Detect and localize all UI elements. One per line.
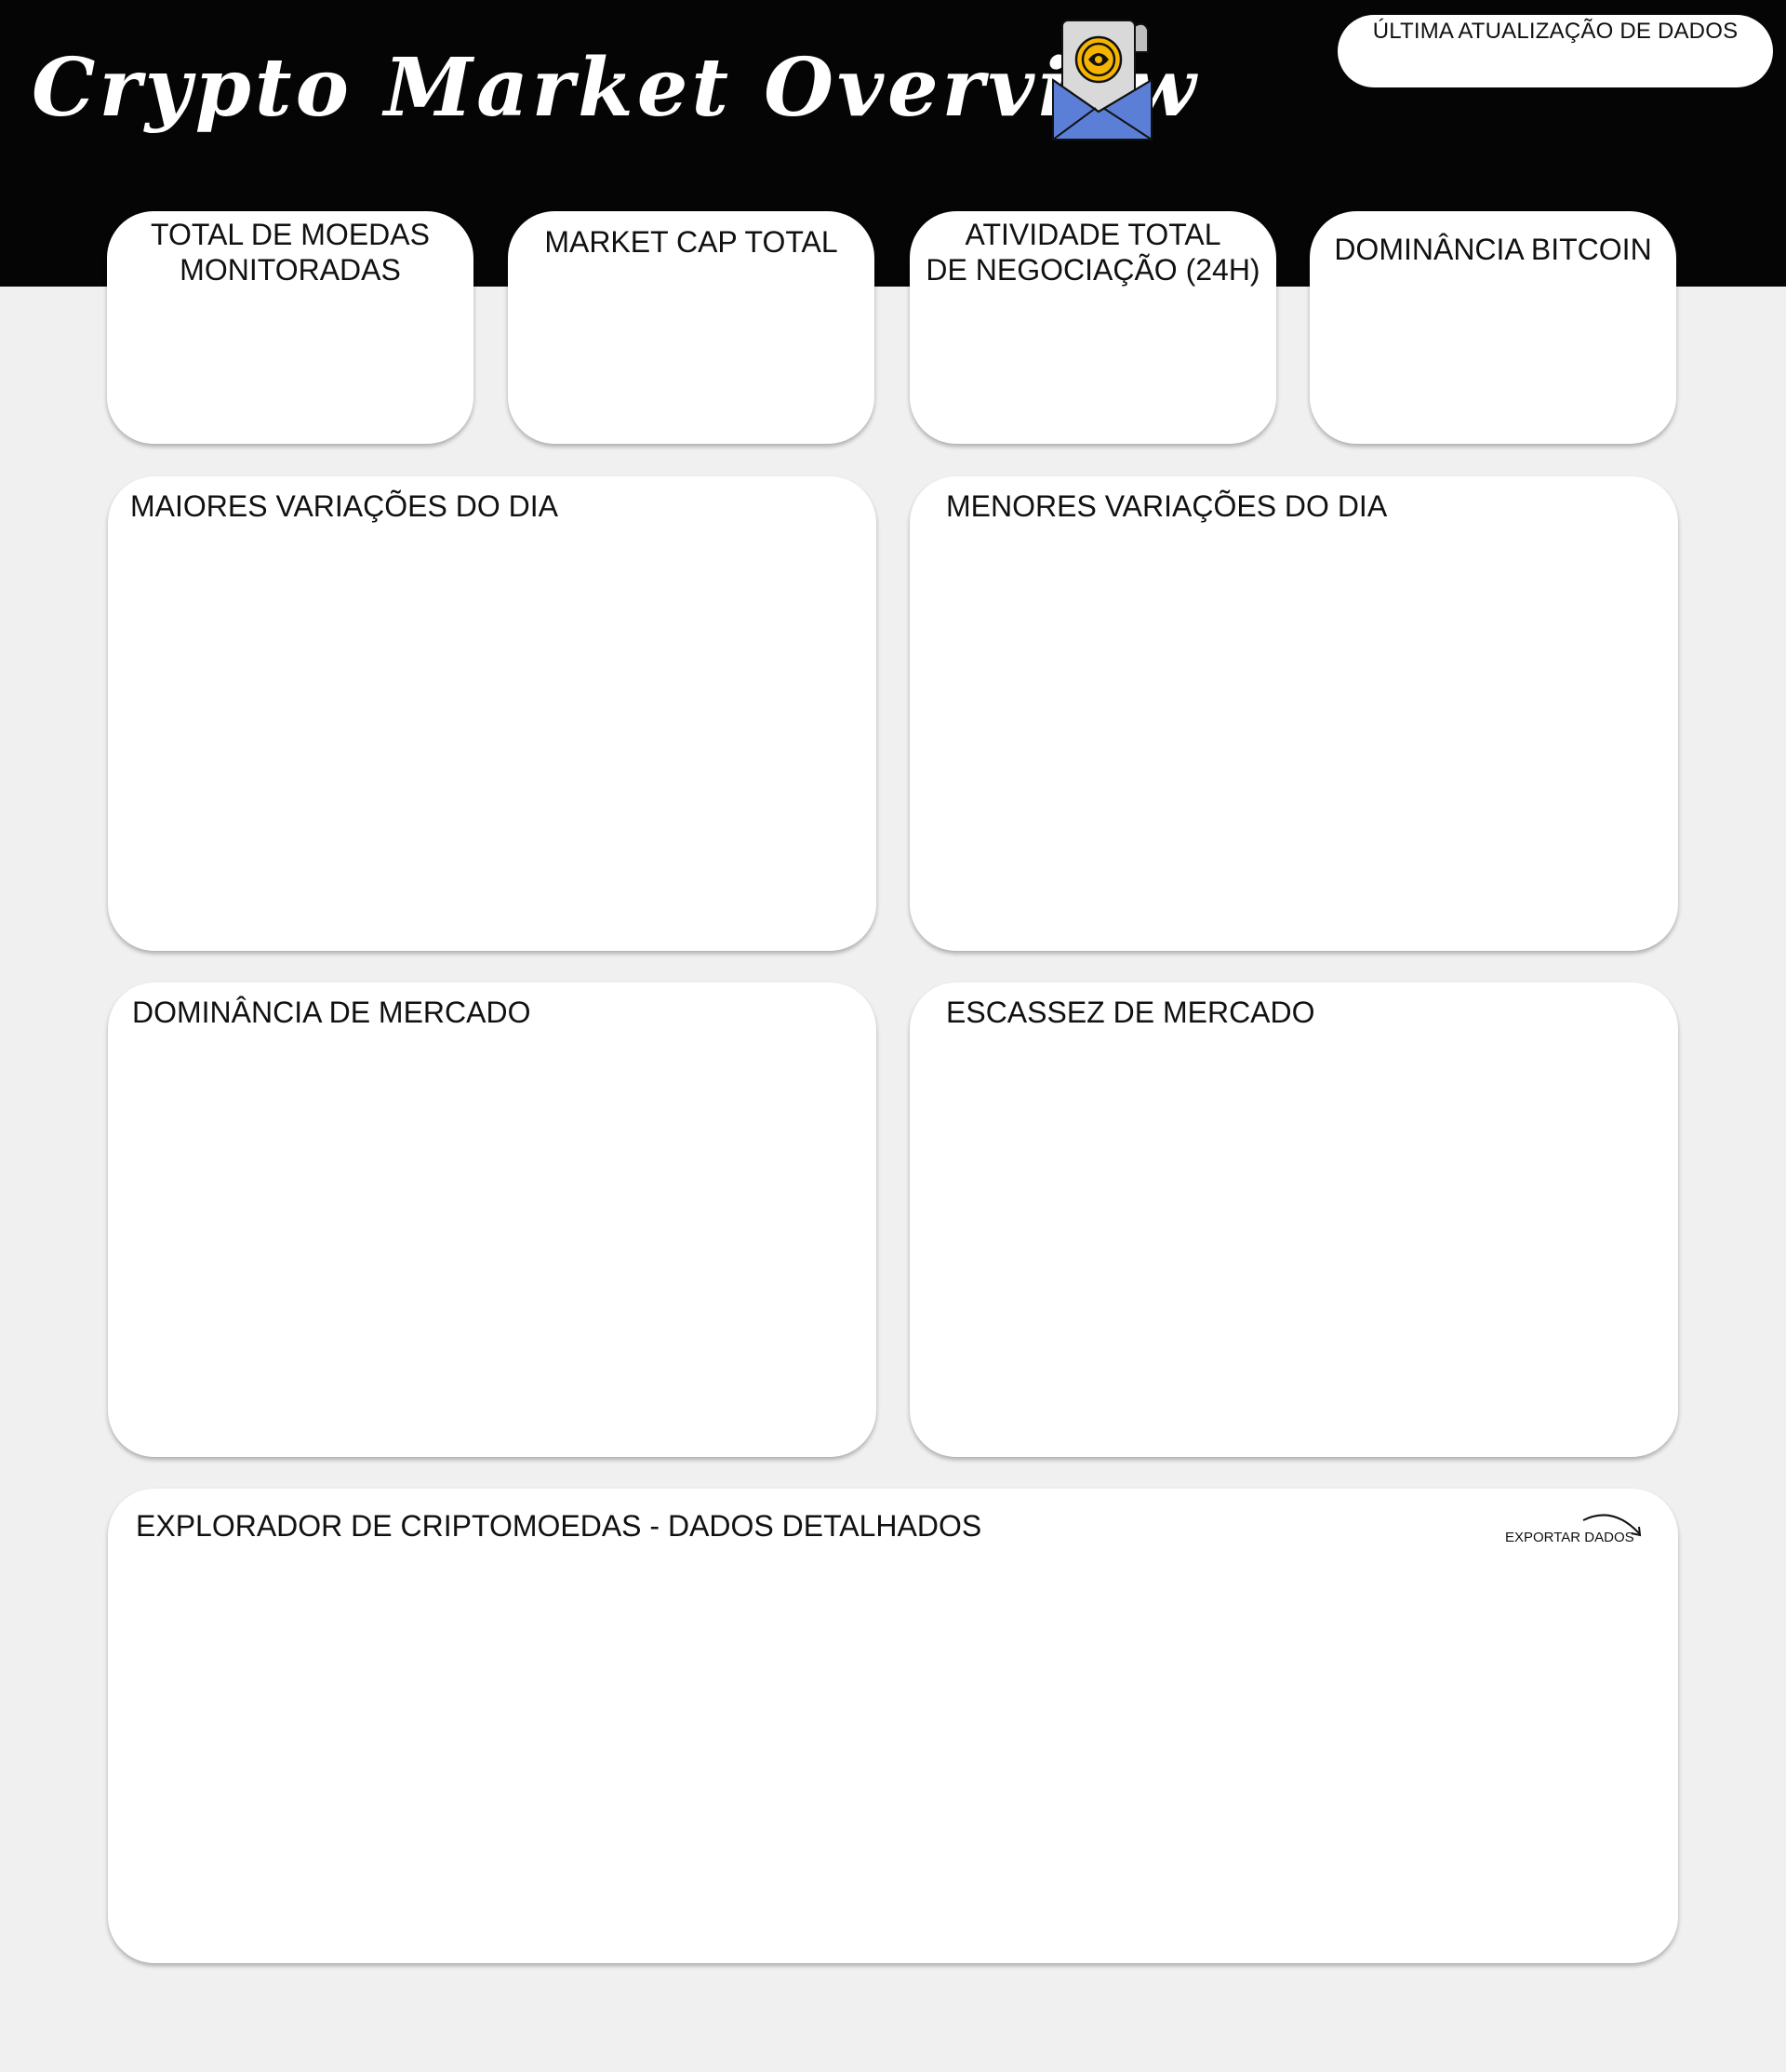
top-gainers-panel: MAIORES VARIAÇÕES DO DIA (108, 476, 876, 951)
kpi-trading-volume-card: ATIVIDADE TOTAL DE NEGOCIAÇÃO (24H) (910, 211, 1276, 444)
kpi-market-cap-label: MARKET CAP TOTAL (544, 225, 838, 259)
last-update-pill: ÚLTIMA ATUALIZAÇÃO DE DADOS (1338, 15, 1773, 87)
kpi-bitcoin-dominance-label: DOMINÂNCIA BITCOIN (1334, 233, 1652, 266)
market-dominance-panel: DOMINÂNCIA DE MERCADO (108, 983, 876, 1457)
market-dominance-title: DOMINÂNCIA DE MERCADO (132, 996, 531, 1029)
kpi-trading-volume-label: ATIVIDADE TOTAL DE NEGOCIAÇÃO (24H) (926, 218, 1260, 287)
top-gainers-title: MAIORES VARIAÇÕES DO DIA (130, 489, 558, 523)
kpi-market-cap-card: MARKET CAP TOTAL (508, 211, 874, 444)
crypto-coin-envelope-icon (1052, 20, 1153, 140)
last-update-label: ÚLTIMA ATUALIZAÇÃO DE DADOS (1372, 19, 1739, 44)
kpi-bitcoin-dominance-card: DOMINÂNCIA BITCOIN (1310, 211, 1676, 444)
market-scarcity-panel: ESCASSEZ DE MERCADO (910, 983, 1678, 1457)
crypto-explorer-title: EXPLORADOR DE CRIPTOMOEDAS - DADOS DETAL… (136, 1509, 982, 1543)
kpi-total-coins-label: TOTAL DE MOEDAS MONITORADAS (151, 218, 430, 287)
export-data-button[interactable]: EXPORTAR DADOS (1505, 1511, 1645, 1548)
page-title: Crypto Market Overview (32, 41, 1200, 135)
crypto-explorer-panel: EXPLORADOR DE CRIPTOMOEDAS - DADOS DETAL… (108, 1489, 1678, 1963)
curved-arrow-icon (1582, 1514, 1642, 1537)
top-losers-panel: MENORES VARIAÇÕES DO DIA (910, 476, 1678, 951)
top-losers-title: MENORES VARIAÇÕES DO DIA (946, 489, 1388, 523)
kpi-total-coins-card: TOTAL DE MOEDAS MONITORADAS (107, 211, 473, 444)
market-scarcity-title: ESCASSEZ DE MERCADO (946, 996, 1315, 1029)
